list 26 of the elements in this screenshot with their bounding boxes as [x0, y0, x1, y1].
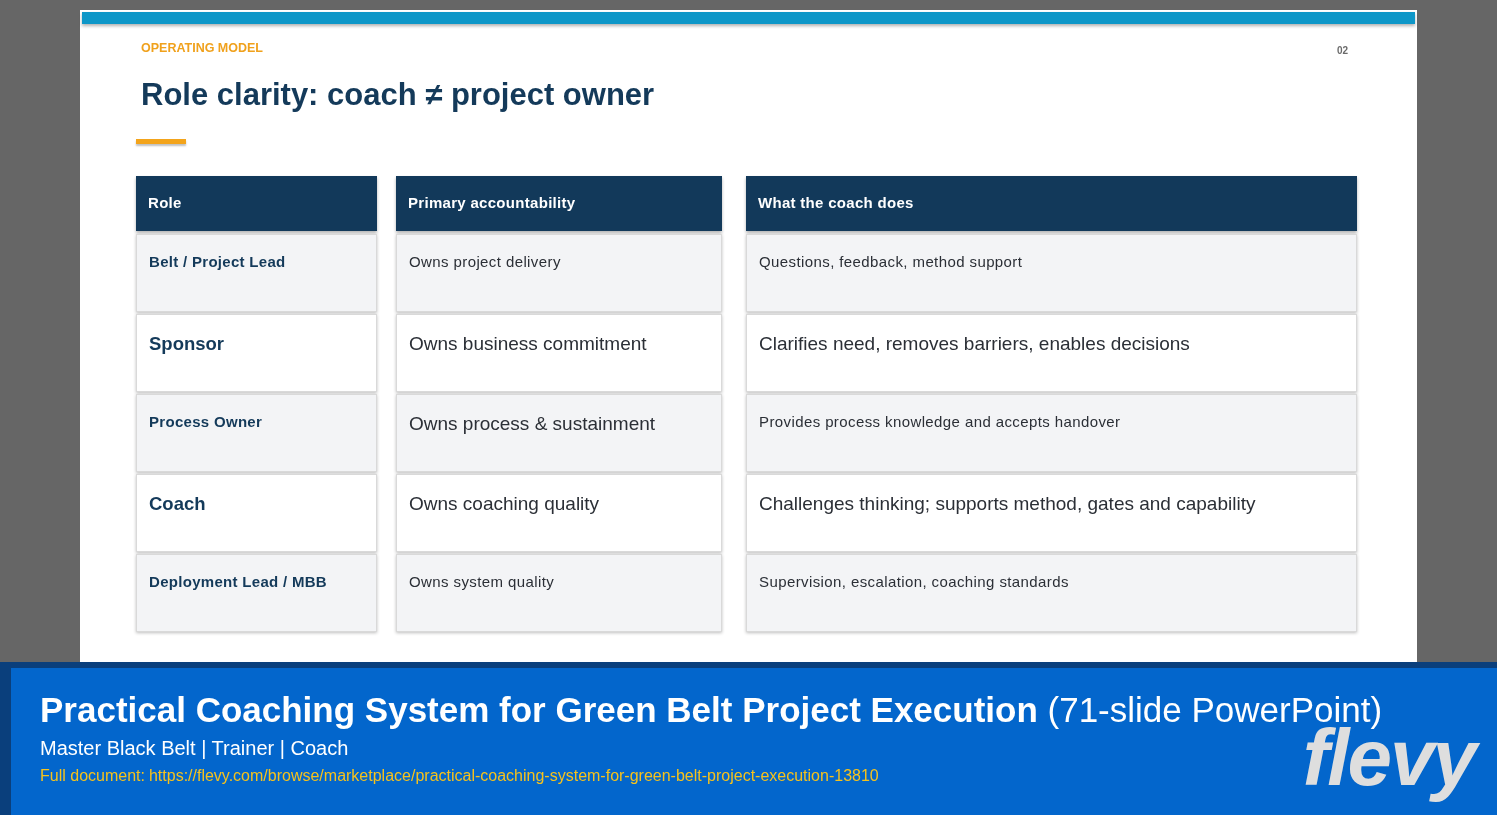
column-header: Primary accountability: [396, 176, 722, 231]
table-cell: Sponsor: [136, 314, 377, 392]
table-cell: Owns project delivery: [396, 234, 722, 312]
table-cell: Process Owner: [136, 394, 377, 472]
column-header: What the coach does: [746, 176, 1357, 231]
page-number: 02: [1336, 45, 1348, 57]
table-cell: Clarifies need, removes barriers, enables decisions: [746, 314, 1357, 392]
table-cell: Coach: [136, 474, 377, 552]
table-cell: Deployment Lead / MBB: [136, 554, 377, 632]
table-cell: Challenges thinking; supports method, gates and capability: [746, 474, 1357, 552]
banner-subtitle: Master Black Belt | Trainer | Coach: [40, 736, 350, 760]
table-cell: Supervision, escalation, coaching standards: [746, 554, 1357, 632]
table-cell: Owns business commitment: [396, 314, 722, 392]
document-link[interactable]: https://flevy.com/browse/marketplace/practical-coaching-system-for-green-belt-project-execution-13810: [148, 766, 879, 786]
table-cell: Provides process knowledge and accepts handover: [746, 394, 1357, 472]
column-header: Role: [136, 176, 377, 231]
table-cell: Owns coaching quality: [396, 474, 722, 552]
table-cell: Questions, feedback, method support: [746, 234, 1357, 312]
slide-title: Role clarity: coach ≠ project owner: [141, 76, 655, 113]
banner-title: Practical Coaching System for Green Belt Project Execution (71-slide PowerPoint): [40, 690, 1383, 729]
title-underline: [136, 139, 186, 144]
table-cell: Owns process & sustainment: [396, 394, 722, 472]
eyebrow-label: OPERATING MODEL: [141, 41, 263, 56]
table-cell: Owns system quality: [396, 554, 722, 632]
link-label: Full document:: [40, 766, 145, 786]
table-cell: Belt / Project Lead: [136, 234, 377, 312]
